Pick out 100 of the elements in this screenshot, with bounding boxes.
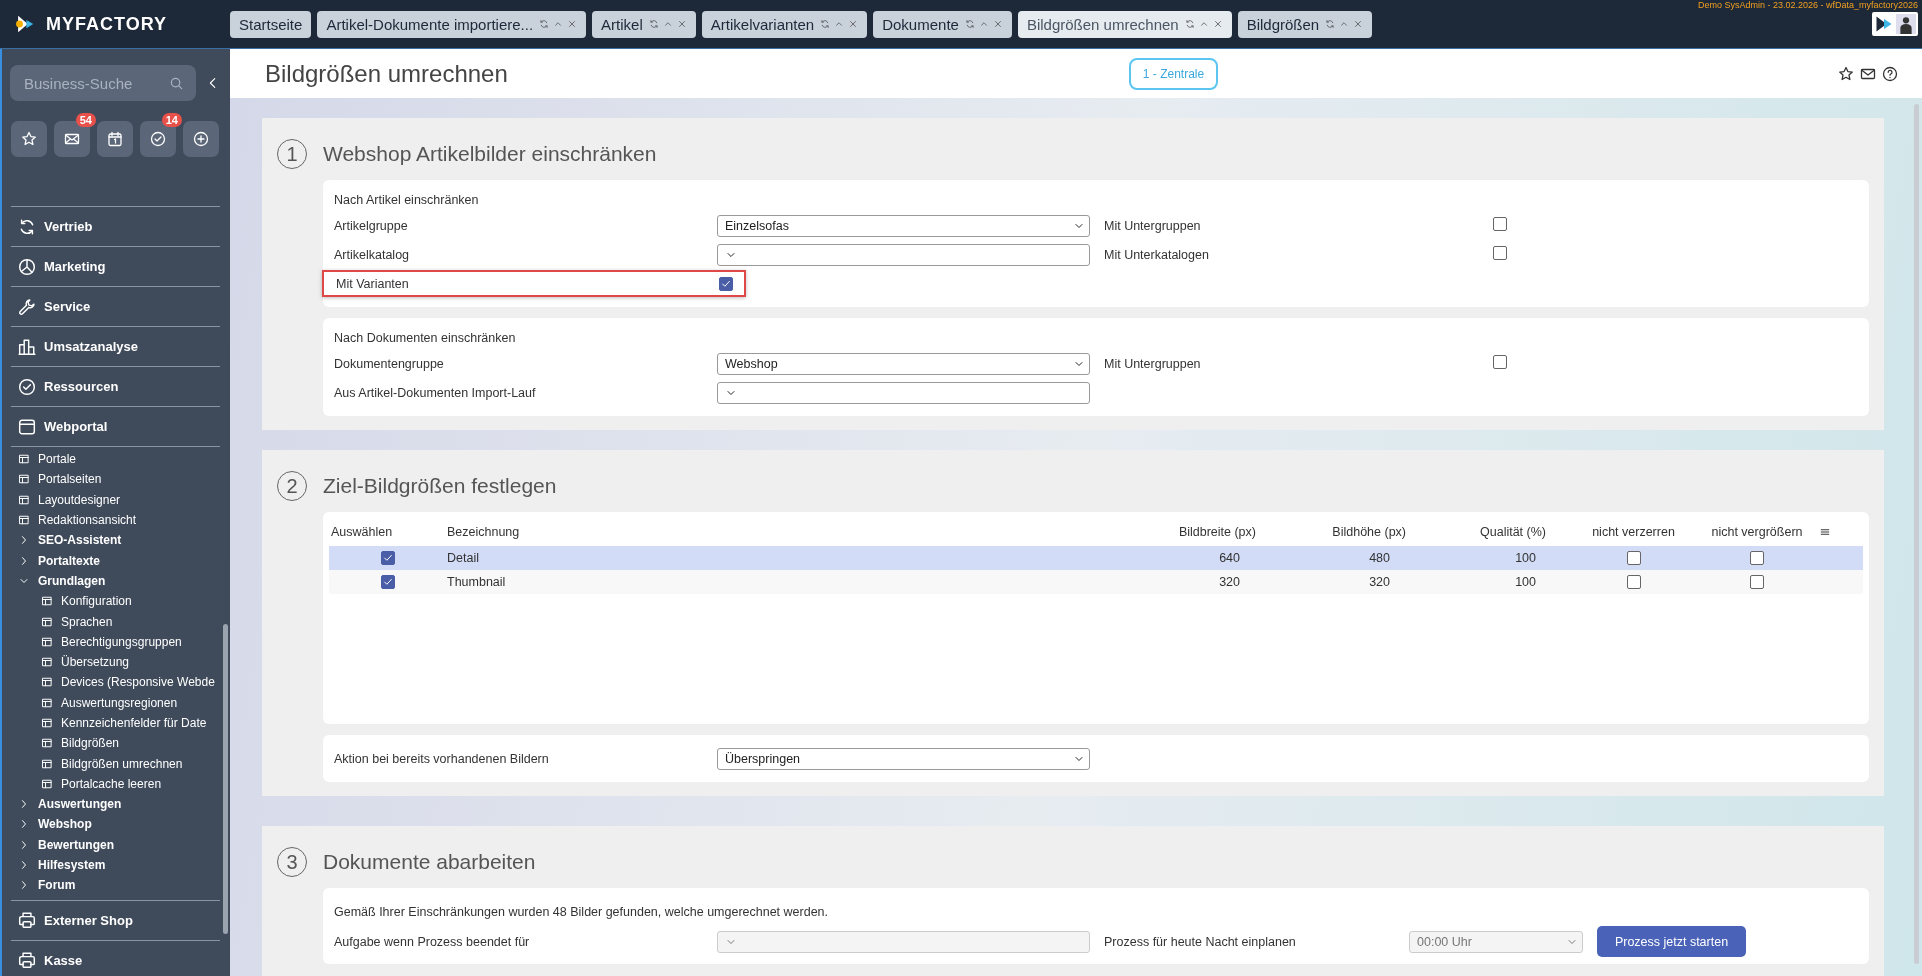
tree-item[interactable]: Portalcache leeren [11,773,162,795]
tab[interactable]: Artikel [592,10,696,38]
dropdown[interactable]: Einzelsofas [717,214,1090,237]
table-cell-text: 480 [1368,551,1391,565]
user-avatar-icon [1896,14,1916,34]
tab[interactable]: Dokumente [873,10,1012,38]
dropdown[interactable] [717,243,1090,266]
column-header[interactable]: nicht vergrößern [1701,525,1813,539]
checkbox[interactable] [1750,551,1764,565]
checkbox[interactable] [719,276,733,291]
column-header[interactable]: Qualität (%) [1426,525,1566,539]
caret-up-icon [662,19,673,29]
field-label: Mit Untergruppen [1104,218,1201,233]
checkbox[interactable] [1750,575,1764,589]
checkbox[interactable] [1493,217,1507,231]
checkbox[interactable] [1493,355,1507,369]
tree-item[interactable]: Auswertungen [11,794,122,815]
quick-action-button[interactable] [11,121,47,157]
tree-item[interactable]: Übersetzung [11,651,130,673]
quick-action-button[interactable] [97,121,133,157]
module-item[interactable]: Externer Shop [11,899,220,940]
close-icon [1353,19,1364,29]
tree-item[interactable]: Berechtigungsgruppen [11,631,182,652]
module-item[interactable]: Kasse [11,939,220,976]
checkbox[interactable] [1493,246,1507,260]
tree-item[interactable]: Bildgrößen umrechnen [11,753,183,774]
refresh-icon [964,19,975,29]
table-row[interactable]: Thumbnail 320 320 100 [329,570,1863,594]
dropdown[interactable] [717,381,1090,404]
tab[interactable]: Artikel-Dokumente importiere... [317,10,587,38]
checkbox[interactable] [1626,575,1641,589]
dropdown[interactable]: Webshop [717,352,1090,375]
tab[interactable]: Bildgrößen umrechnen [1017,10,1232,38]
add-icon [193,131,209,147]
module-item[interactable]: Marketing [11,246,220,286]
check-icon [382,576,394,588]
caret-up-icon [553,19,564,29]
module-item[interactable]: Vertrieb [11,206,220,246]
module-item[interactable]: Webportal [11,406,220,446]
tree-item[interactable]: Portalseiten [11,469,102,490]
module-item[interactable]: Service [11,286,220,326]
column-header[interactable]: Bildbreite (px) [1136,525,1276,539]
table-cell-text: 100 [1514,575,1537,589]
table-row[interactable]: Detail 640 480 100 [329,546,1863,570]
table-cell-text: 320 [1218,575,1241,589]
section-title: Ziel-Bildgrößen festlegen [323,474,557,498]
group-heading: Nach Dokumenten einschränken [334,331,516,345]
tree-item[interactable]: Auswertungsregionen [11,692,178,713]
column-header[interactable]: Auswählen [329,525,447,539]
tree-item[interactable]: Redaktionsansicht [11,509,137,531]
table-cell-text: 320 [1368,575,1391,589]
field-label: Prozess für heute Nacht einplanen [1104,934,1296,949]
page-icon [18,453,30,466]
caret-up-icon [978,19,989,29]
tree-item[interactable]: Bewertungen [11,834,114,855]
tab[interactable]: Startseite [230,10,312,38]
column-header[interactable]: Bildhöhe (px) [1276,525,1426,539]
page-icon [41,615,53,628]
check-badge-icon [18,377,36,396]
checkbox[interactable] [381,551,395,565]
tab[interactable]: Bildgrößen [1237,10,1373,38]
module-item[interactable]: Ressourcen [11,366,220,406]
section-title: Dokumente abarbeiten [323,850,536,874]
tab[interactable]: Artikelvarianten [701,10,868,38]
field-label: Aufgabe wenn Prozess beendet für [334,934,531,949]
column-menu-icon [1819,526,1831,538]
tree-item[interactable]: Grundlagen [11,570,106,592]
page-icon [41,656,53,669]
tree-item[interactable]: Devices (Responsive Webde [11,672,215,693]
tree-item[interactable]: SEO-Assistent [11,530,122,551]
tree-item[interactable]: Webshop [11,814,92,835]
table-cell-text: 100 [1514,551,1537,565]
tree-item[interactable]: Bildgrößen [11,733,120,754]
tree-item[interactable]: Konfiguration [11,591,132,612]
field-label: Dokumentengruppe [334,356,445,371]
table-cell-text: Thumbnail [447,575,507,589]
tree-item[interactable]: Sprachen [11,611,113,632]
field-label: Mit Untergruppen [1104,356,1201,371]
field-label: Aktion bei bereits vorhandenen Bildern [334,751,550,766]
checkbox[interactable] [381,575,395,589]
tree-item[interactable]: Kennzeichenfelder für Date [11,712,207,734]
calendar-icon [107,131,123,147]
tree-item[interactable]: Portaltexte [11,550,101,571]
module-item[interactable]: Umsatzanalyse [11,326,220,366]
tree-item[interactable]: Forum [11,875,76,896]
page-icon [41,595,53,608]
tree-item[interactable]: Hilfesystem [11,854,106,876]
brand-name: MYFACTORY [46,13,167,35]
star-icon [21,131,37,147]
tree-item[interactable]: Layoutdesigner [11,489,121,510]
refresh-icon [820,19,831,29]
dropdown[interactable]: Überspringen [717,747,1090,770]
checkbox[interactable] [1626,551,1641,565]
tree-item[interactable]: Portale [11,449,77,470]
page-icon [18,514,30,527]
window-icon [18,417,36,436]
column-header[interactable]: nicht verzerren [1566,525,1701,539]
refresh-icon [648,19,659,29]
column-header[interactable]: Bezeichnung [447,525,1136,539]
quick-action-button[interactable] [183,121,219,157]
